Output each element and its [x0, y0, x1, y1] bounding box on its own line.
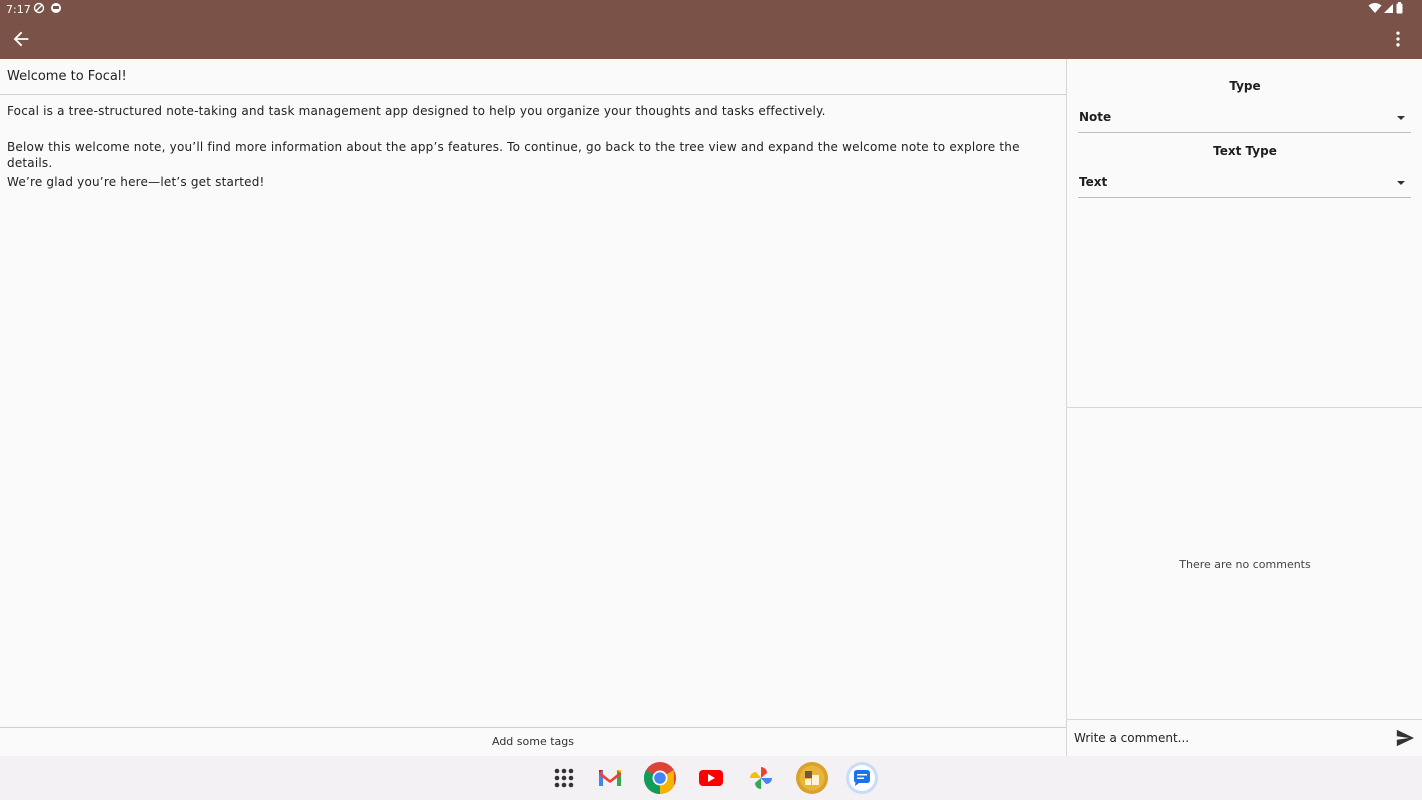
type-value: Note — [1079, 110, 1112, 124]
app-drawer-icon[interactable] — [547, 761, 581, 795]
type-label: Type — [1229, 79, 1261, 93]
side-panel: Type Note Text Type Text There are no co… — [1066, 59, 1422, 756]
chevron-down-icon — [1397, 116, 1405, 120]
note-paragraph: Focal is a tree-structured note-taking a… — [7, 104, 826, 118]
notification-icon — [51, 3, 61, 13]
no-comments-text: There are no comments — [1179, 558, 1311, 571]
comments-list: There are no comments — [1067, 408, 1422, 719]
taskbar — [0, 756, 1422, 800]
status-time: 7:17 — [6, 3, 31, 16]
note-title[interactable]: Welcome to Focal! — [0, 59, 1066, 95]
text-type-dropdown[interactable]: Text — [1078, 170, 1411, 198]
tags-field[interactable]: Add some tags — [0, 727, 1066, 756]
photos-icon[interactable] — [744, 761, 778, 795]
note-editor: Welcome to Focal! Focal is a tree-struct… — [0, 59, 1066, 756]
back-arrow-icon[interactable] — [10, 28, 32, 50]
note-paragraph: We’re glad you’re here—let’s get started… — [7, 175, 265, 189]
status-bar: 7:17 — [0, 0, 1422, 18]
chevron-down-icon — [1397, 181, 1405, 185]
signal-icon — [1384, 4, 1393, 13]
text-type-label: Text Type — [1213, 144, 1277, 158]
youtube-icon[interactable] — [694, 761, 728, 795]
gmail-icon[interactable] — [593, 761, 627, 795]
wifi-icon — [1368, 3, 1382, 13]
more-vert-icon[interactable] — [1388, 29, 1408, 49]
properties-panel: Type Note Text Type Text — [1067, 59, 1422, 408]
chrome-icon[interactable] — [643, 761, 677, 795]
messages-icon[interactable] — [845, 761, 879, 795]
type-dropdown[interactable]: Note — [1078, 105, 1411, 133]
note-body[interactable]: Focal is a tree-structured note-taking a… — [7, 103, 1057, 210]
send-icon[interactable] — [1395, 729, 1415, 747]
app-bar — [0, 18, 1422, 59]
text-type-value: Text — [1079, 175, 1108, 189]
tags-placeholder: Add some tags — [491, 735, 574, 748]
comment-input[interactable] — [1074, 726, 1374, 750]
note-paragraph: Below this welcome note, you’ll find mor… — [7, 139, 1020, 170]
focal-app-icon[interactable] — [795, 761, 829, 795]
comment-bar — [1067, 719, 1422, 756]
battery-icon — [1396, 2, 1403, 14]
vpn-key-icon — [33, 2, 45, 14]
